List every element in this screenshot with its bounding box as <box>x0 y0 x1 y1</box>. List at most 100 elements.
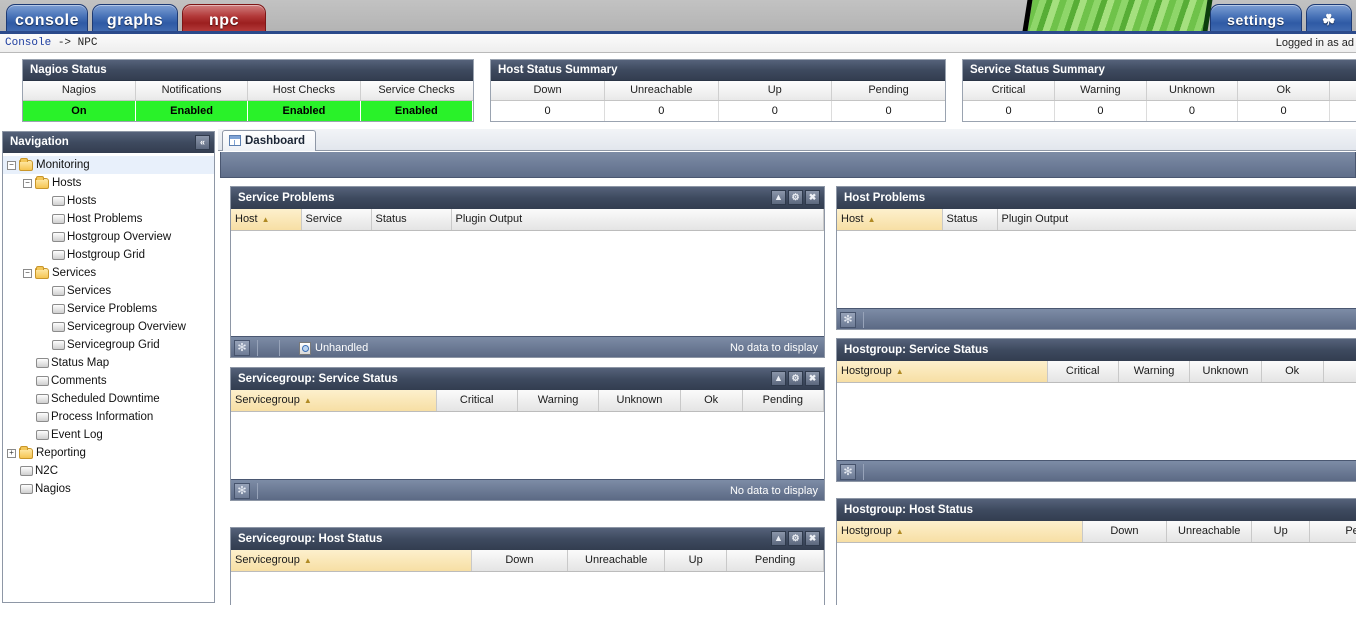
column-header-down[interactable]: Down <box>1082 521 1168 543</box>
refresh-icon[interactable]: ✻ <box>234 483 250 499</box>
collapse-sidebar-button[interactable]: « <box>195 135 210 150</box>
column-header-ok[interactable]: Ok <box>1261 361 1324 383</box>
chevron-up-icon[interactable]: ▲ <box>771 190 786 205</box>
col-ok[interactable]: Ok <box>1237 81 1330 101</box>
column-header-plugin-output[interactable]: Plugin Output <box>451 209 824 231</box>
portlet-footer: ✻No d <box>837 460 1356 481</box>
column-header-hostgroup[interactable]: Hostgroup ▲ <box>837 361 1048 383</box>
column-header-ok[interactable]: Ok <box>680 390 743 412</box>
column-header-pending[interactable]: Pending <box>742 390 824 412</box>
refresh-icon[interactable]: ✻ <box>234 340 250 356</box>
portlet-header[interactable]: Hostgroup: Host Status <box>837 499 1356 521</box>
col-nagios[interactable]: Nagios <box>23 81 136 101</box>
col-pending[interactable]: Pending <box>831 81 945 101</box>
close-icon[interactable]: ✖ <box>805 371 820 386</box>
gear-icon[interactable]: ⚙ <box>788 371 803 386</box>
chevron-up-icon[interactable]: ▲ <box>771 531 786 546</box>
portlet-title: Servicegroup: Host Status <box>238 533 383 545</box>
tab-settings[interactable]: settings <box>1210 4 1302 31</box>
col-up[interactable]: Up <box>718 81 832 101</box>
column-header-hostgroup[interactable]: Hostgroup ▲ <box>837 521 1083 543</box>
sidebar-item-hosts[interactable]: − Hosts <box>3 174 214 192</box>
col-unknown[interactable]: Unknown <box>1146 81 1239 101</box>
tab-npc[interactable]: npc <box>182 4 266 31</box>
sidebar-item-status-map[interactable]: Status Map <box>3 354 214 372</box>
sidebar-item-servicegroup-grid[interactable]: Servicegroup Grid <box>3 336 214 354</box>
sidebar-item-event-log[interactable]: Event Log <box>3 426 214 444</box>
column-header-unreachable[interactable]: Unreachable <box>1166 521 1253 543</box>
column-header-host[interactable]: Host ▲ <box>837 209 943 231</box>
breadcrumb-link-console[interactable]: Console <box>5 37 51 49</box>
sidebar-item-service-problems[interactable]: Service Problems <box>3 300 214 318</box>
column-header-pending[interactable]: Pending <box>726 550 824 572</box>
sidebar-item-servicegroup-overview[interactable]: Servicegroup Overview <box>3 318 214 336</box>
portlet-header[interactable]: Servicegroup: Service Status ▲ ⚙ ✖ <box>231 368 824 390</box>
column-header-unknown[interactable]: Unknown <box>1189 361 1262 383</box>
column-header-host[interactable]: Host ▲ <box>231 209 302 231</box>
portlet-header[interactable]: Service Problems ▲ ⚙ ✖ <box>231 187 824 209</box>
col-warning[interactable]: Warning <box>1054 81 1147 101</box>
unhandled-filter-button[interactable]: Unhandled <box>299 340 368 356</box>
column-header-plugin-output[interactable]: Plugin Output <box>997 209 1356 231</box>
sidebar-item-process-information[interactable]: Process Information <box>3 408 214 426</box>
column-header-servicegroup[interactable]: Servicegroup ▲ <box>231 550 472 572</box>
column-header-servicegroup[interactable]: Servicegroup ▲ <box>231 390 437 412</box>
portlet-header[interactable]: Host Problems <box>837 187 1356 209</box>
expand-node-icon[interactable]: + <box>7 448 16 458</box>
col-unreachable[interactable]: Unreachable <box>604 81 719 101</box>
column-header-down[interactable]: Down <box>471 550 569 572</box>
column-header-unreachable[interactable]: Unreachable <box>567 550 666 572</box>
refresh-icon[interactable]: ✻ <box>840 464 856 480</box>
column-header-status[interactable]: Status <box>371 209 452 231</box>
sidebar-item-n2c[interactable]: N2C <box>3 462 214 480</box>
close-icon[interactable]: ✖ <box>805 190 820 205</box>
column-header-critical[interactable]: Critical <box>1047 361 1119 383</box>
breadcrumb: Console -> NPC <box>5 37 97 49</box>
collapse-node-icon[interactable]: − <box>7 160 16 170</box>
page-icon <box>52 322 65 332</box>
sidebar-item-label: Hostgroup Overview <box>67 231 172 243</box>
sidebar-item-services[interactable]: − Services <box>3 264 214 282</box>
sidebar-item-comments[interactable]: Comments <box>3 372 214 390</box>
col-notifications[interactable]: Notifications <box>135 81 249 101</box>
column-header-label: Critical <box>1065 365 1100 378</box>
tab-console[interactable]: console <box>6 4 88 31</box>
col-host-checks[interactable]: Host Checks <box>247 81 361 101</box>
tab-dashboard[interactable]: Dashboard <box>222 130 317 151</box>
column-header-unknown[interactable]: Unknown <box>598 390 681 412</box>
column-header-pe[interactable]: Pe <box>1309 521 1356 543</box>
tab-graphs[interactable]: graphs <box>92 4 178 31</box>
column-header-critical[interactable]: Critical <box>436 390 518 412</box>
collapse-node-icon[interactable]: − <box>23 268 32 278</box>
portlet-header[interactable]: Servicegroup: Host Status ▲ ⚙ ✖ <box>231 528 824 550</box>
sidebar-item-hostgroup-grid[interactable]: Hostgroup Grid <box>3 246 214 264</box>
sidebar-item-reporting[interactable]: + Reporting <box>3 444 214 462</box>
gear-icon[interactable]: ⚙ <box>788 190 803 205</box>
column-header-status[interactable]: Status <box>942 209 998 231</box>
column-header-up[interactable]: Up <box>1251 521 1311 543</box>
sidebar-item-hosts[interactable]: Hosts <box>3 192 214 210</box>
sidebar-item-monitoring[interactable]: − Monitoring <box>3 156 214 174</box>
gear-icon[interactable]: ⚙ <box>788 531 803 546</box>
column-header-warning[interactable]: Warning <box>517 390 600 412</box>
col-critical[interactable]: Critical <box>963 81 1056 101</box>
col-down[interactable]: Down <box>491 81 605 101</box>
column-header-warning[interactable]: Warning <box>1118 361 1191 383</box>
sidebar-item-scheduled-downtime[interactable]: Scheduled Downtime <box>3 390 214 408</box>
collapse-node-icon[interactable]: − <box>23 178 32 188</box>
sidebar-item-host-problems[interactable]: Host Problems <box>3 210 214 228</box>
col-service-checks[interactable]: Service Checks <box>360 81 473 101</box>
sidebar-item-hostgroup-overview[interactable]: Hostgroup Overview <box>3 228 214 246</box>
column-header-service[interactable]: Service <box>301 209 372 231</box>
sidebar-item-services[interactable]: Services <box>3 282 214 300</box>
column-header-up[interactable]: Up <box>664 550 728 572</box>
sidebar-item-nagios[interactable]: Nagios <box>3 480 214 498</box>
col-pending[interactable]: P <box>1329 81 1356 101</box>
tab-tree-icon[interactable]: ☘ <box>1306 4 1352 31</box>
portlet-header[interactable]: Hostgroup: Service Status <box>837 339 1356 361</box>
chevron-up-icon[interactable]: ▲ <box>771 371 786 386</box>
column-header-p[interactable]: P <box>1323 361 1356 383</box>
refresh-icon[interactable]: ✻ <box>840 312 856 328</box>
close-icon[interactable]: ✖ <box>805 531 820 546</box>
column-header-label: Hostgroup <box>841 525 892 538</box>
